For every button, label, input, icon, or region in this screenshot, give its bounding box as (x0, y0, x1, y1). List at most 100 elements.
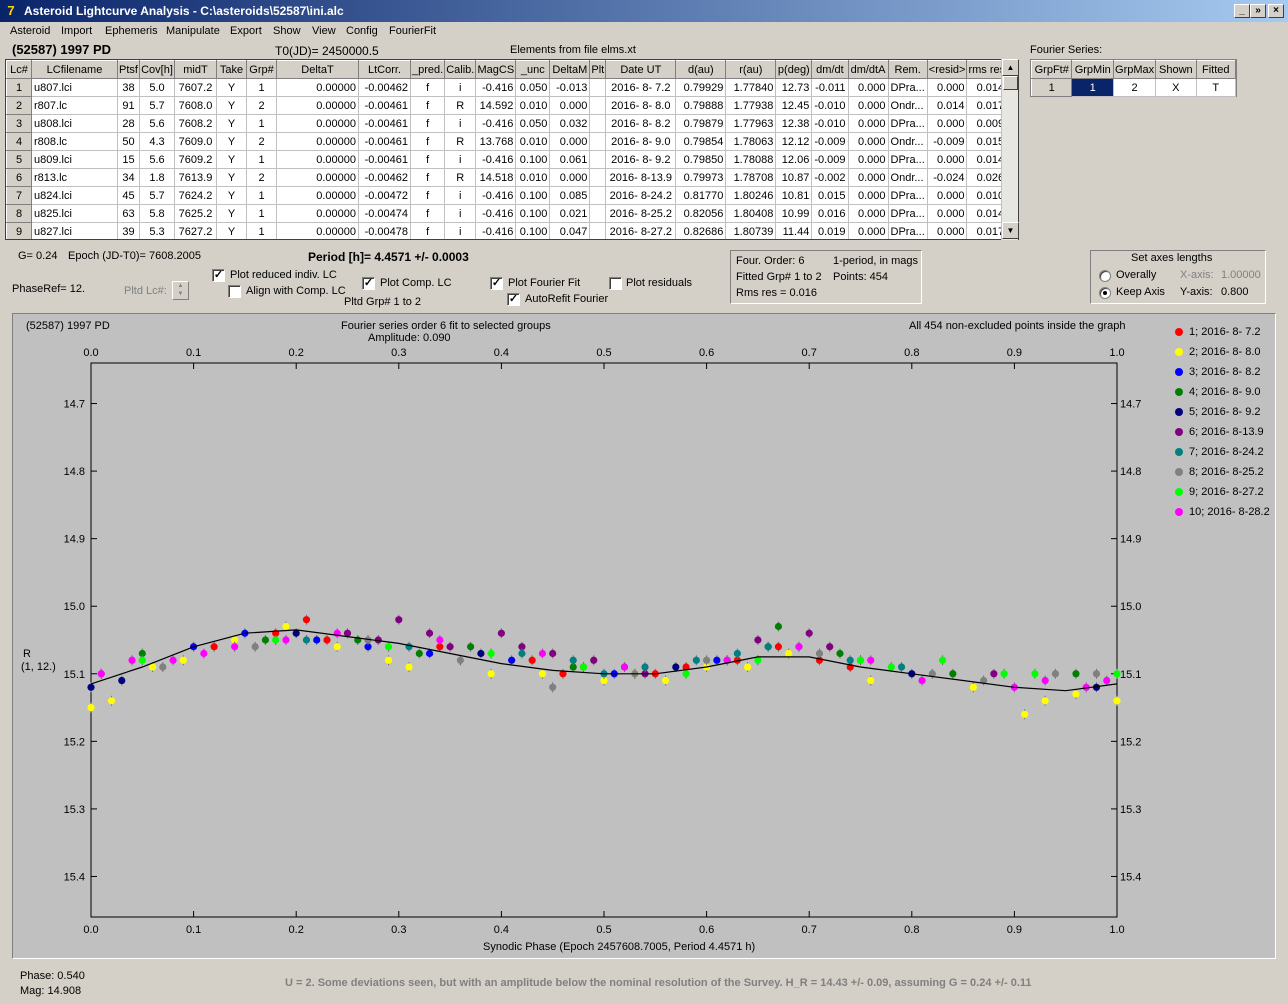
table-cell[interactable]: 5.3 (139, 222, 175, 239)
table-cell[interactable]: 0.000 (549, 168, 591, 187)
table-cell[interactable]: f (410, 186, 446, 205)
scroll-up-arrow-icon[interactable]: ▲ (1002, 59, 1019, 76)
table-cell[interactable]: 2 (246, 168, 277, 187)
table-scrollbar[interactable]: ▲ ▼ (1001, 59, 1019, 240)
row-header[interactable]: 4 (6, 132, 32, 151)
table-cell[interactable]: 34 (117, 168, 140, 187)
table-cell[interactable]: R (444, 96, 477, 115)
table-cell[interactable]: 0.79879 (675, 114, 727, 133)
pltd-lc-spinner[interactable]: ▲ ▼ (172, 281, 189, 300)
table-cell[interactable]: 0.79850 (675, 150, 727, 169)
table-cell[interactable]: u827.lci (31, 222, 118, 239)
table-cell[interactable]: 0.085 (549, 186, 591, 205)
table-cell[interactable]: 14.518 (475, 168, 517, 187)
table-cell[interactable]: 0.000 (848, 96, 889, 115)
table-cell[interactable]: 1.77938 (725, 96, 777, 115)
table-cell[interactable]: 0.000 (848, 186, 889, 205)
table-cell[interactable]: 7624.2 (174, 186, 217, 205)
table-cell[interactable]: 0.000 (927, 114, 968, 133)
table-cell[interactable]: 12.38 (775, 114, 813, 133)
table-cell[interactable]: 0.000 (848, 150, 889, 169)
column-header[interactable]: Cov[h] (139, 60, 175, 79)
table-cell[interactable]: -0.00461 (358, 96, 411, 115)
fourier-row-header[interactable]: 1 (1030, 78, 1073, 97)
table-cell[interactable]: -0.00462 (358, 168, 411, 187)
fourier-series-table[interactable]: GrpFt# GrpMin GrpMax Shown Fitted 112XT (1030, 59, 1237, 97)
table-cell[interactable]: 0.00000 (276, 132, 359, 151)
table-cell[interactable]: r807.lc (31, 96, 118, 115)
table-cell[interactable]: Y (216, 168, 247, 187)
row-header[interactable]: 2 (6, 96, 32, 115)
table-cell[interactable]: -0.00461 (358, 114, 411, 133)
table-cell[interactable]: 0.050 (515, 78, 551, 97)
table-cell[interactable]: r808.lc (31, 132, 118, 151)
spin-down-icon[interactable]: ▼ (173, 290, 188, 298)
table-cell[interactable]: i (444, 186, 477, 205)
table-cell[interactable]: 0.100 (515, 150, 551, 169)
column-header[interactable]: Grp# (246, 60, 277, 79)
table-cell[interactable]: DPra... (888, 222, 928, 239)
table-cell[interactable]: i (444, 204, 477, 223)
menu-view[interactable]: View (312, 25, 336, 37)
table-cell[interactable]: 2016- 8- 9.2 (605, 150, 677, 169)
column-header[interactable]: p(deg) (775, 60, 813, 79)
scroll-down-arrow-icon[interactable]: ▼ (1002, 222, 1019, 239)
table-row[interactable]: 7 u824.lci 45 5.7 7624.2 Y 1 0.00000 -0.00472 f i -… (6, 186, 1008, 205)
table-cell[interactable]: 5.0 (139, 78, 175, 97)
table-cell[interactable]: 45 (117, 186, 140, 205)
column-header[interactable]: _pred. (409, 60, 446, 79)
table-cell[interactable] (589, 150, 607, 169)
table-cell[interactable]: f (410, 78, 446, 97)
table-cell[interactable]: 0.000 (848, 222, 889, 239)
table-cell[interactable]: 0.010 (515, 96, 551, 115)
fourier-column-header[interactable]: Fitted (1195, 60, 1236, 79)
table-cell[interactable]: r813.lc (31, 168, 118, 187)
table-cell[interactable]: 1.78708 (725, 168, 777, 187)
table-cell[interactable]: 0.019 (811, 222, 849, 239)
table-cell[interactable]: 0.000 (927, 222, 968, 239)
table-cell[interactable]: R (444, 168, 477, 187)
table-cell[interactable]: R (444, 132, 477, 151)
table-cell[interactable]: -0.416 (475, 222, 517, 239)
table-cell[interactable]: 0.00000 (276, 78, 359, 97)
table-cell[interactable]: DPra... (888, 186, 928, 205)
table-cell[interactable]: 0.82686 (675, 222, 727, 239)
table-cell[interactable]: 1 (246, 186, 277, 205)
table-cell[interactable]: 0.00000 (276, 204, 359, 223)
table-cell[interactable]: 5.6 (139, 114, 175, 133)
table-cell[interactable] (589, 132, 607, 151)
table-cell[interactable]: 7625.2 (174, 204, 217, 223)
table-cell[interactable]: DPra... (888, 204, 928, 223)
table-cell[interactable]: 1.77840 (725, 78, 777, 97)
spin-up-icon[interactable]: ▲ (173, 282, 188, 290)
table-cell[interactable]: -0.009 (927, 132, 968, 151)
table-cell[interactable]: Y (216, 222, 247, 239)
table-cell[interactable]: 2016- 8-24.2 (605, 186, 677, 205)
table-row[interactable]: 5 u809.lci 15 5.6 7609.2 Y 1 0.00000 -0.00461 f i -… (6, 150, 1008, 169)
table-cell[interactable]: -0.00472 (358, 186, 411, 205)
table-cell[interactable]: 5.6 (139, 150, 175, 169)
table-cell[interactable]: 12.12 (775, 132, 813, 151)
table-cell[interactable]: 2016- 8- 9.0 (605, 132, 677, 151)
table-cell[interactable]: 0.79973 (675, 168, 727, 187)
table-cell[interactable]: 0.000 (927, 78, 968, 97)
table-cell[interactable]: 1.8 (139, 168, 175, 187)
table-cell[interactable]: 0.00000 (276, 222, 359, 239)
table-cell[interactable]: f (410, 204, 446, 223)
column-header[interactable]: Ptsf (117, 60, 140, 79)
align-comp-checkbox[interactable] (228, 285, 241, 298)
table-cell[interactable]: 0.79888 (675, 96, 727, 115)
table-cell[interactable]: -0.002 (811, 168, 849, 187)
table-cell[interactable]: 0.81770 (675, 186, 727, 205)
table-cell[interactable]: Y (216, 78, 247, 97)
table-cell[interactable]: 1.78063 (725, 132, 777, 151)
table-cell[interactable]: -0.00461 (358, 132, 411, 151)
table-cell[interactable]: 2016- 8- 8.2 (605, 114, 677, 133)
menu-show[interactable]: Show (273, 25, 301, 37)
table-cell[interactable]: 2016- 8-25.2 (605, 204, 677, 223)
table-cell[interactable]: -0.010 (811, 96, 849, 115)
table-cell[interactable]: 0.016 (811, 204, 849, 223)
column-header[interactable]: Date UT (605, 60, 677, 79)
table-cell[interactable]: Y (216, 150, 247, 169)
table-cell[interactable]: 0.79929 (675, 78, 727, 97)
